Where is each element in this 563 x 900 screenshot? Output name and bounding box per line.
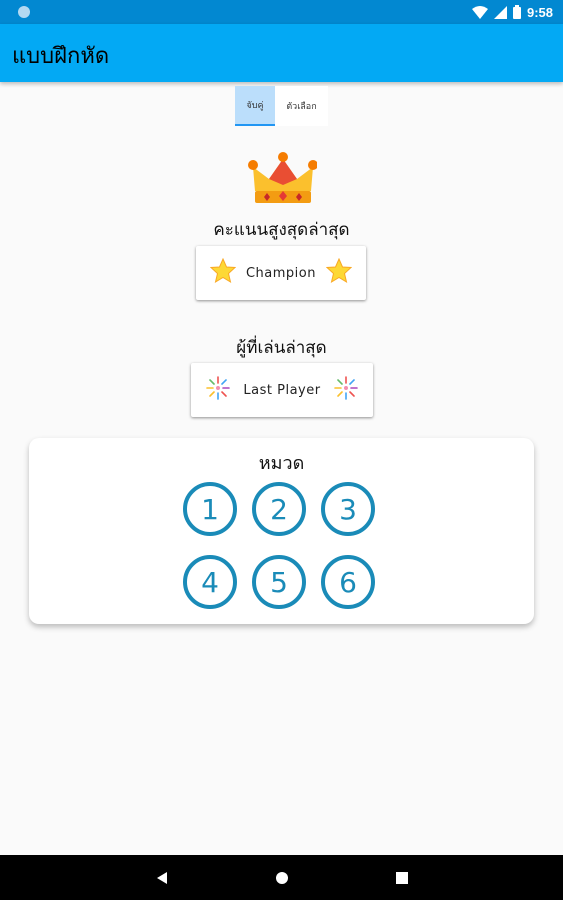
app-title: แบบฝึกหัด bbox=[12, 44, 110, 69]
notification-icon bbox=[18, 6, 30, 18]
tab-choice[interactable]: ตัวเลือก bbox=[275, 86, 328, 126]
last-player-card: Last Player bbox=[191, 363, 373, 417]
category-3-button[interactable]: 3 bbox=[321, 482, 375, 536]
recents-icon[interactable] bbox=[380, 855, 424, 900]
status-time: 9:58 bbox=[526, 4, 553, 20]
category-5-button[interactable]: 5 bbox=[252, 555, 306, 609]
category-2-button[interactable]: 2 bbox=[252, 482, 306, 536]
back-icon[interactable] bbox=[140, 855, 184, 900]
category-6-button[interactable]: 6 bbox=[321, 555, 375, 609]
category-4-button[interactable]: 4 bbox=[183, 555, 237, 609]
sparkle-icon bbox=[205, 375, 231, 405]
wifi-icon bbox=[471, 5, 488, 19]
home-icon[interactable] bbox=[260, 855, 304, 900]
battery-icon bbox=[512, 5, 521, 19]
sparkle-icon bbox=[333, 375, 359, 405]
last-player-value: Last Player bbox=[243, 382, 321, 398]
crown-icon bbox=[247, 151, 318, 207]
status-bar: 9:58 bbox=[0, 0, 563, 24]
star-icon bbox=[209, 257, 237, 288]
high-score-value: Champion bbox=[245, 265, 316, 281]
category-title: หมวด bbox=[258, 453, 305, 474]
category-panel: หมวด 1 2 3 4 5 6 bbox=[29, 438, 534, 624]
last-player-heading: ผู้ที่เล่นล่าสุด bbox=[236, 338, 327, 358]
tab-match[interactable]: จับคู่ bbox=[235, 86, 275, 126]
navigation-bar bbox=[0, 855, 563, 900]
signal-icon bbox=[493, 5, 507, 19]
high-score-card: Champion bbox=[196, 246, 366, 300]
star-icon bbox=[325, 257, 353, 288]
tab-bar: จับคู่ ตัวเลือก bbox=[235, 86, 328, 126]
high-score-heading: คะแนนสูงสุดล่าสุด bbox=[213, 220, 350, 240]
app-bar: แบบฝึกหัด bbox=[0, 24, 563, 82]
status-icons: 9:58 bbox=[471, 3, 553, 21]
category-1-button[interactable]: 1 bbox=[183, 482, 237, 536]
